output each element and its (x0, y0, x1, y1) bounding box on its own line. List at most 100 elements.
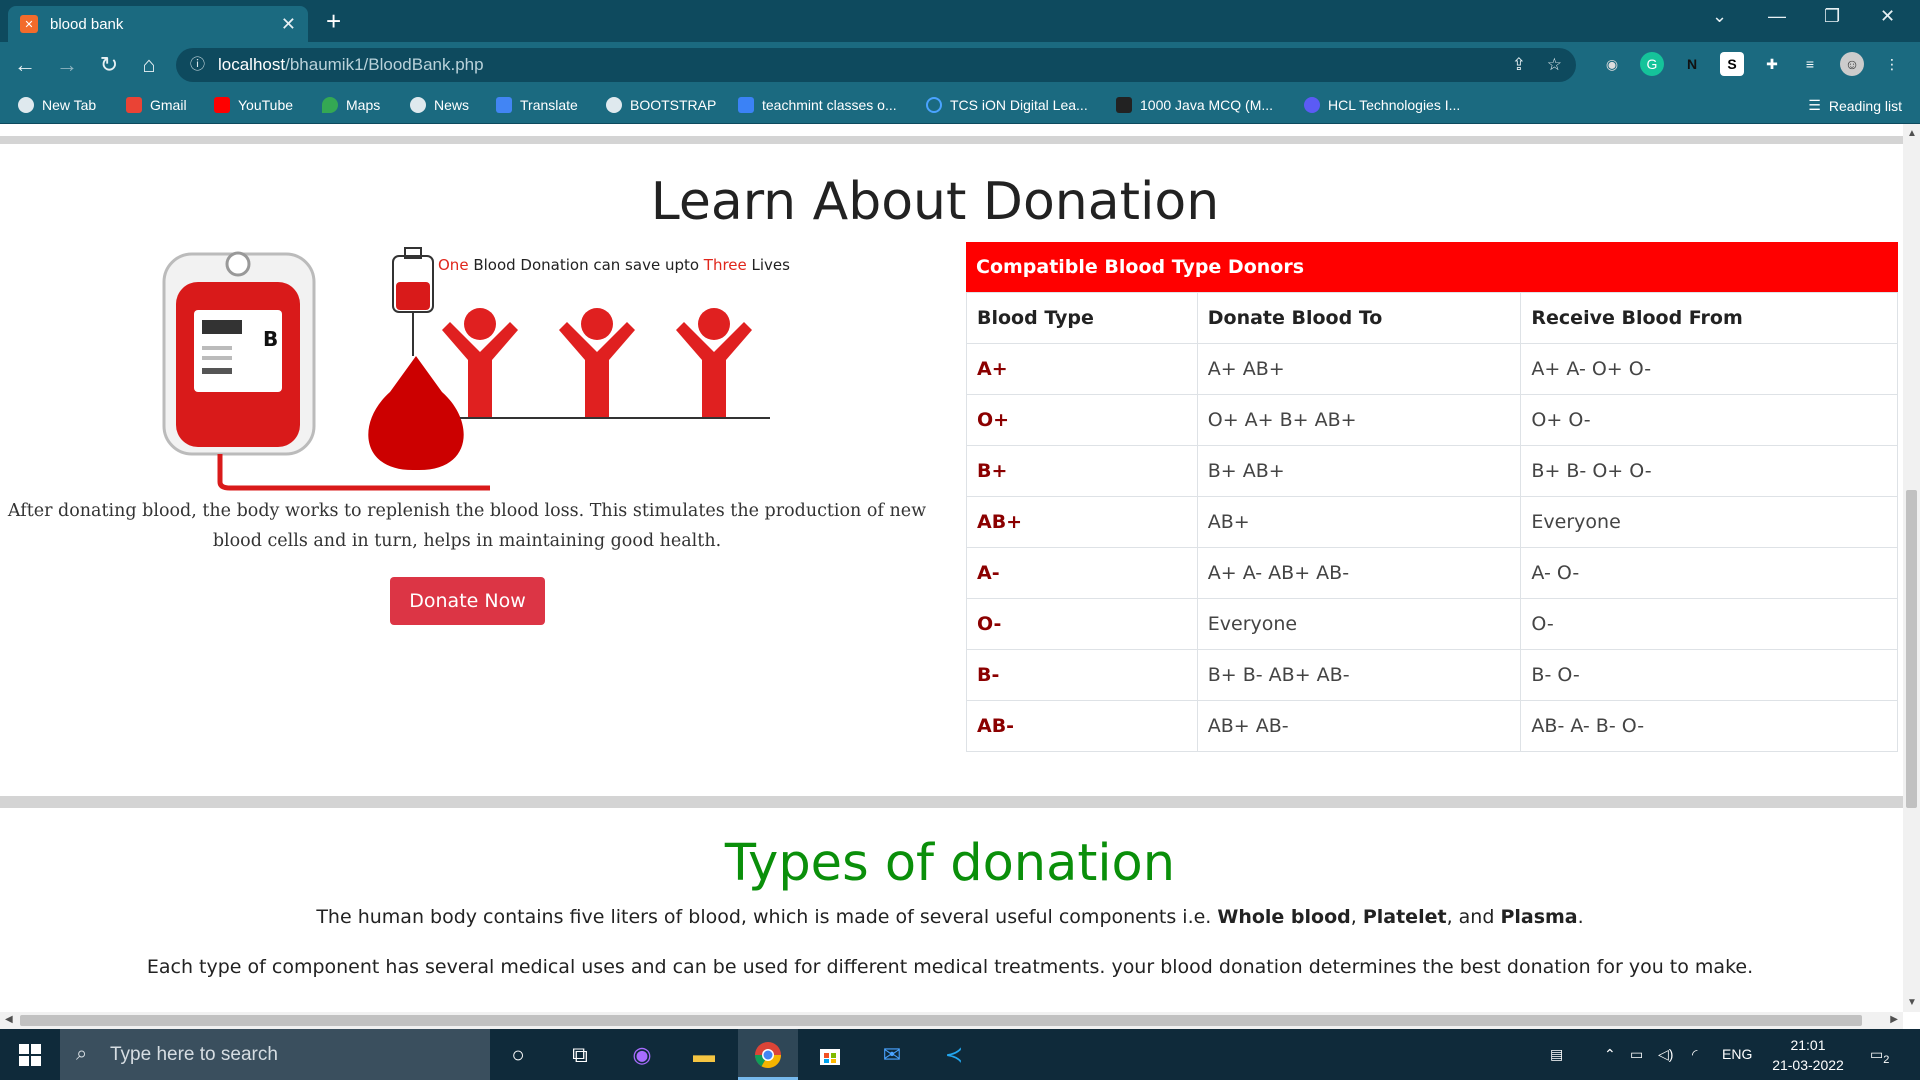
donate-to-cell: O+ A+ B+ AB+ (1196, 394, 1522, 446)
donation-benefit-paragraph: After donating blood, the body works to … (7, 501, 927, 551)
task-view-icon[interactable]: ⧉ (562, 1037, 598, 1073)
xampp-icon: ✕ (20, 15, 38, 33)
language-indicator[interactable]: ENG (1722, 1029, 1752, 1080)
bookmark-bootstrap[interactable]: BOOTSTRAP (606, 97, 716, 113)
receive-from-cell: B- O- (1520, 649, 1898, 701)
clock[interactable]: 21:01 21-03-2022 (1762, 1035, 1854, 1075)
receive-from-cell: O+ O- (1520, 394, 1898, 446)
translate-icon (496, 97, 512, 113)
hcl-icon (1304, 97, 1320, 113)
bookmark-star-icon[interactable]: ☆ (1547, 48, 1562, 82)
receive-from-cell: AB- A- B- O- (1520, 700, 1898, 752)
reload-icon[interactable]: ↻ (94, 50, 124, 80)
camera-icon[interactable]: ◉ (1600, 52, 1624, 76)
types-text: , and (1446, 906, 1501, 928)
extension-s-icon[interactable]: S (1720, 52, 1744, 76)
search-icon: ⌕ (76, 1043, 88, 1065)
bookmark-label: Gmail (150, 97, 187, 113)
media-control-icon[interactable]: ≡ (1798, 52, 1822, 76)
bookmark-label: 1000 Java MCQ (M... (1140, 97, 1274, 113)
table-row: AB+ AB+ Everyone (966, 496, 1898, 548)
chrome-icon[interactable] (750, 1037, 786, 1073)
back-icon[interactable]: ← (10, 50, 40, 80)
address-bar[interactable]: ⓘ localhost/bhaumik1/BloodBank.php ⇪ ☆ (176, 48, 1576, 82)
bookmark-tcs-ion[interactable]: TCS iON Digital Lea... (926, 97, 1088, 113)
bookmark-teachmint[interactable]: teachmint classes o... (738, 97, 897, 113)
scroll-down-icon[interactable]: ▼ (1907, 997, 1917, 1008)
vertical-scrollbar[interactable]: ▲ ▼ (1903, 124, 1920, 1012)
profile-avatar[interactable]: ☺ (1840, 52, 1864, 76)
small-blood-bag-icon (392, 247, 434, 356)
bookmark-gmail[interactable]: Gmail (126, 97, 187, 113)
menu-kebab-icon[interactable]: ⋮ (1880, 52, 1904, 76)
scrollbar-thumb[interactable] (1906, 490, 1917, 808)
bookmark-label: Translate (520, 97, 578, 113)
bookmark-java-mcq[interactable]: 1000 Java MCQ (M... (1116, 97, 1273, 113)
blood-drop-icon (368, 356, 464, 471)
wifi-icon[interactable]: ◜ (1692, 1029, 1697, 1080)
reading-list-button[interactable]: ☰ Reading list (1808, 97, 1902, 114)
new-tab-button[interactable]: + (326, 6, 341, 36)
gmail-icon (126, 97, 142, 113)
close-tab-icon[interactable]: ✕ (281, 14, 296, 35)
bookmark-translate[interactable]: Translate (496, 97, 578, 113)
extension-n-icon[interactable]: N (1680, 52, 1704, 76)
table-heading: Compatible Blood Type Donors (966, 242, 1898, 292)
bookmark-label: Maps (346, 97, 381, 113)
bookmark-youtube[interactable]: YouTube (214, 97, 293, 113)
reading-list-label: Reading list (1828, 97, 1902, 114)
close-window-button[interactable]: ✕ (1880, 6, 1895, 27)
col-header: Receive Blood From (1520, 292, 1898, 344)
donate-now-button[interactable]: Donate Now (390, 577, 545, 625)
url-host: localhost (218, 55, 286, 74)
tab-blood-bank[interactable]: ✕ blood bank ✕ (8, 6, 308, 42)
bookmark-new-tab[interactable]: New Tab (18, 97, 96, 113)
extensions-puzzle-icon[interactable]: ✚ (1760, 52, 1784, 76)
bookmark-news[interactable]: News (410, 97, 469, 113)
start-button[interactable] (0, 1029, 60, 1080)
scrollbar-thumb[interactable] (20, 1015, 1862, 1026)
forward-icon[interactable]: → (52, 50, 82, 80)
home-icon[interactable]: ⌂ (134, 50, 164, 80)
maps-pin-icon (322, 97, 338, 113)
file-explorer-icon[interactable]: ▬ (686, 1037, 722, 1073)
taskbar-search[interactable]: ⌕ Type here to search (60, 1029, 490, 1080)
bookmark-maps[interactable]: Maps (322, 97, 380, 113)
clock-date: 21-03-2022 (1772, 1057, 1844, 1073)
types-paragraph-1: The human body contains five liters of b… (0, 906, 1900, 928)
battery-icon[interactable]: ▭ (1630, 1029, 1643, 1080)
share-icon[interactable]: ⇪ (1512, 48, 1526, 82)
caption-one: One (438, 256, 469, 274)
vscode-icon[interactable]: ≺ (936, 1037, 972, 1073)
mail-icon[interactable]: ✉ (874, 1037, 910, 1073)
scroll-right-icon[interactable]: ▶ (1890, 1014, 1898, 1025)
volume-icon[interactable]: ◁) (1658, 1029, 1673, 1080)
grammarly-icon[interactable]: G (1640, 52, 1664, 76)
blood-type-cell: AB- (966, 700, 1198, 752)
notification-center-icon[interactable]: ▭2 (1870, 1029, 1889, 1080)
horizontal-scrollbar[interactable]: ◀ ▶ (0, 1012, 1903, 1029)
tcs-ion-icon (926, 97, 942, 113)
bookmark-label: BOOTSTRAP (630, 97, 717, 113)
ms-store-icon[interactable] (812, 1037, 848, 1073)
podcast-app-icon[interactable]: ◉ (624, 1037, 660, 1073)
news-widget-icon[interactable]: ▤ (1550, 1029, 1563, 1080)
restore-button[interactable]: ❐ (1824, 6, 1840, 27)
scroll-left-icon[interactable]: ◀ (5, 1014, 13, 1025)
section-divider (0, 136, 1903, 144)
table-header-row: Blood Type Donate Blood To Receive Blood… (966, 292, 1898, 344)
cortana-icon[interactable]: ○ (500, 1037, 536, 1073)
info-icon[interactable]: ⓘ (190, 48, 205, 82)
bag-label: B (263, 327, 278, 351)
table-row: A- A+ A- AB+ AB- A- O- (966, 547, 1898, 599)
scroll-up-icon[interactable]: ▲ (1907, 128, 1917, 139)
tray-chevron-icon[interactable]: ⌃ (1604, 1029, 1616, 1080)
minimize-button[interactable]: — (1768, 6, 1786, 27)
bookmark-label: YouTube (238, 97, 294, 113)
bookmark-hcl[interactable]: HCL Technologies I... (1304, 97, 1460, 113)
donate-to-cell: B+ B- AB+ AB- (1196, 649, 1522, 701)
donate-to-cell: A+ A- AB+ AB- (1196, 547, 1522, 599)
bookmark-label: TCS iON Digital Lea... (950, 97, 1088, 113)
receive-from-cell: O- (1520, 598, 1898, 650)
tab-search-icon[interactable]: ⌄ (1712, 6, 1727, 27)
